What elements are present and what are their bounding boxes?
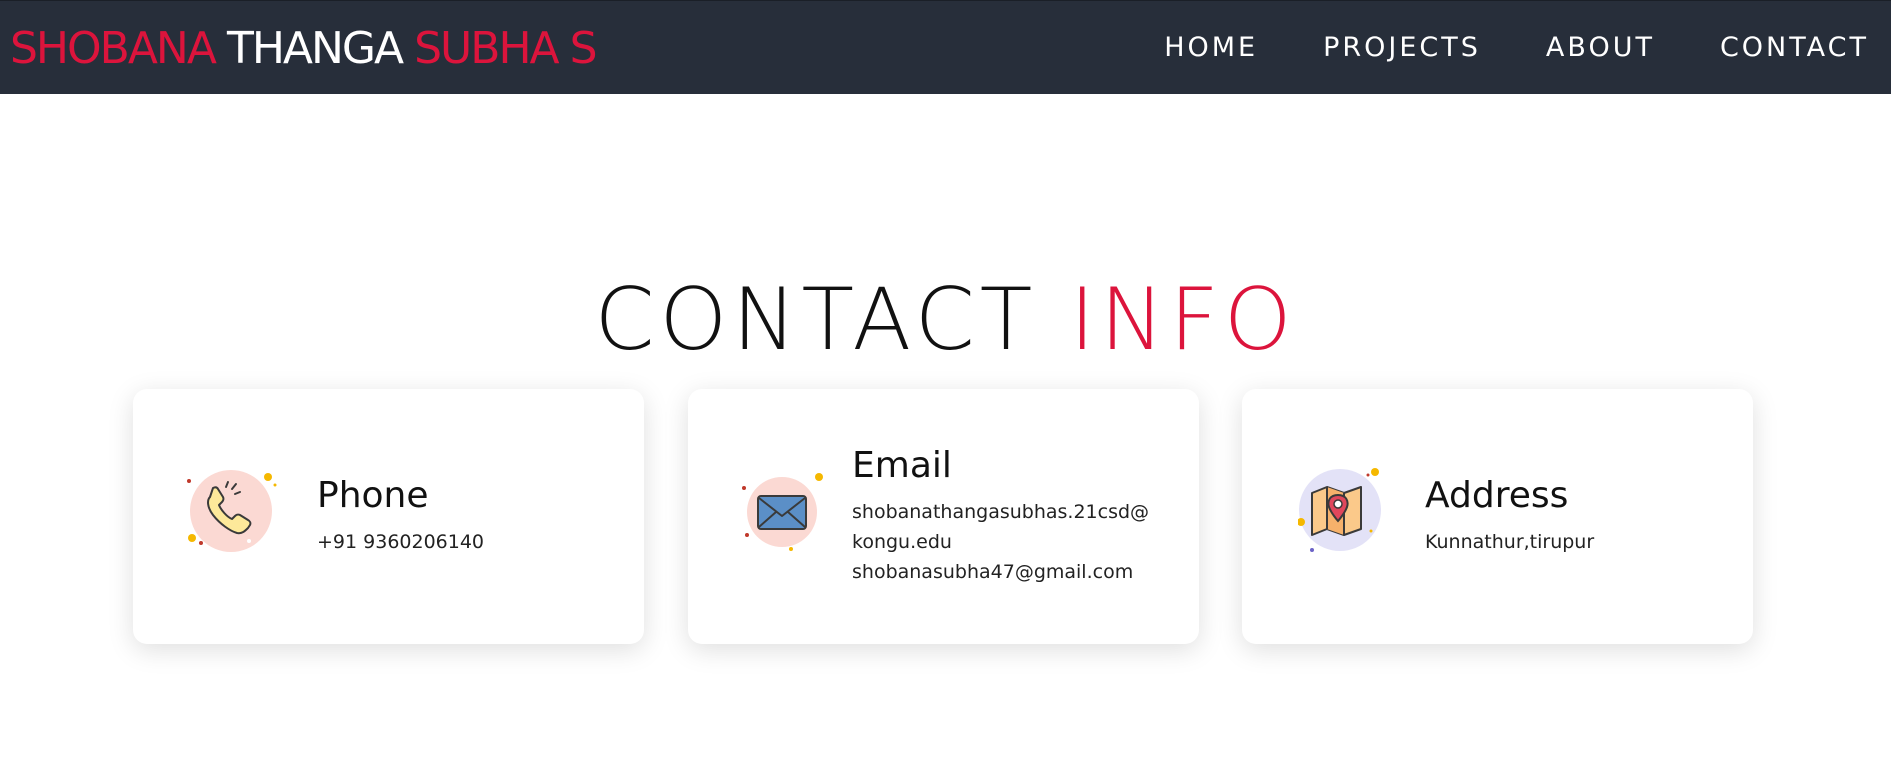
navbar: SHOBANA THANGA SUBHA S HOME PROJECTS ABO… [0, 0, 1891, 94]
brand-first-name: SHOBANA [10, 23, 217, 74]
brand-middle-name: THANGA [226, 23, 404, 74]
address-title: Address [1425, 475, 1569, 516]
phone-number[interactable]: +91 9360206140 [317, 527, 484, 557]
nav-link-contact[interactable]: CONTACT [1720, 31, 1869, 65]
email-card: Email shobanathangasubhas.21csd@ kongu.e… [688, 389, 1199, 644]
nav-link-home[interactable]: HOME [1164, 31, 1258, 65]
address-card: Address Kunnathur,tirupur [1242, 389, 1753, 644]
nav-link-about[interactable]: ABOUT [1546, 31, 1655, 65]
email-address-line[interactable]: kongu.edu [852, 527, 1149, 557]
phone-icon [187, 465, 277, 555]
phone-card: Phone +91 9360206140 [133, 389, 644, 644]
brand-last-name: SUBHA S [414, 23, 597, 74]
address-text: Kunnathur,tirupur [1425, 531, 1595, 553]
nav-link-projects[interactable]: PROJECTS [1323, 31, 1481, 65]
phone-title: Phone [317, 475, 429, 516]
email-address-line[interactable]: shobanasubha47@gmail.com [852, 557, 1149, 587]
map-pin-icon [1297, 465, 1388, 555]
email-title: Email [852, 445, 952, 486]
heading-word-info: INFO [1069, 270, 1297, 370]
email-address-line[interactable]: shobanathangasubhas.21csd@ [852, 497, 1149, 527]
contact-info-heading: CONTACT INFO [0, 268, 1891, 372]
nav-menu: HOME PROJECTS ABOUT CONTACT [1164, 31, 1869, 65]
email-addresses: shobanathangasubhas.21csd@ kongu.edu sho… [852, 497, 1149, 587]
heading-word-contact: CONTACT [594, 270, 1038, 370]
envelope-icon [738, 465, 828, 555]
site-brand[interactable]: SHOBANA THANGA SUBHA S [10, 23, 598, 74]
